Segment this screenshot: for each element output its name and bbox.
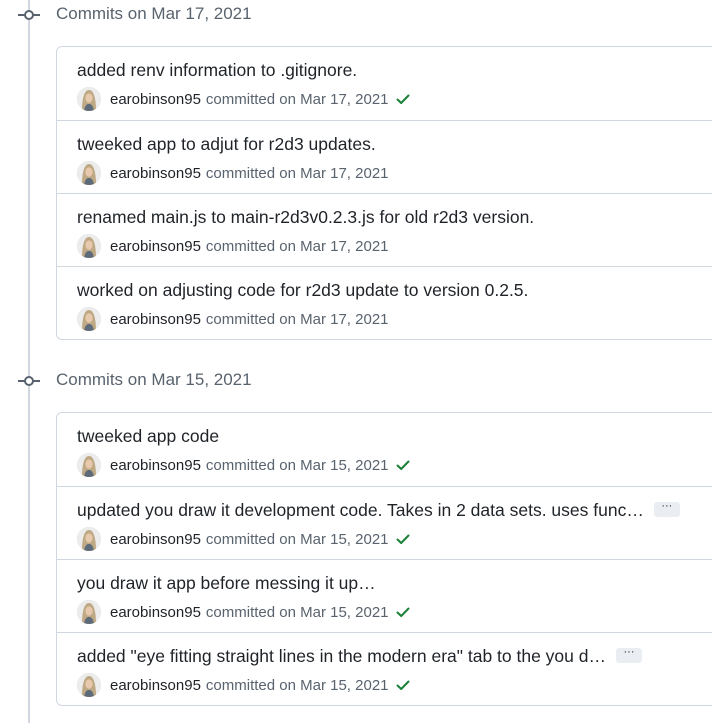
commit-message-link[interactable]: renamed main.js to main-r2d3v0.2.3.js fo…: [77, 207, 534, 228]
commit-date: committed on Mar 15, 2021: [205, 530, 389, 548]
avatar[interactable]: [77, 527, 101, 551]
commit-date: committed on Mar 15, 2021: [205, 456, 389, 474]
commit-date: committed on Mar 17, 2021: [205, 310, 389, 328]
commit-row: worked on adjusting code for r2d3 update…: [57, 266, 712, 339]
avatar[interactable]: [77, 161, 101, 185]
commit-message-text: added "eye fitting straight lines in the…: [77, 646, 606, 666]
git-commit-icon: [18, 376, 40, 386]
commit-author-link[interactable]: earobinson95: [110, 91, 201, 108]
avatar[interactable]: [77, 87, 101, 111]
commit-author-link[interactable]: earobinson95: [110, 238, 201, 255]
commit-message-link[interactable]: you draw it app before messing it up…: [77, 573, 376, 594]
commit-group-title: Commits on Mar 17, 2021: [56, 4, 252, 23]
check-icon[interactable]: [395, 604, 411, 620]
avatar[interactable]: [77, 600, 101, 624]
commit-list: tweeked app code earobinson95 committed …: [56, 412, 712, 706]
avatar[interactable]: [77, 234, 101, 258]
commit-date: committed on Mar 17, 2021: [205, 237, 389, 255]
commit-list: added renv information to .gitignore. ea…: [56, 46, 712, 340]
commit-author-link[interactable]: earobinson95: [110, 457, 201, 474]
avatar[interactable]: [77, 307, 101, 331]
commit-meta: earobinson95 committed on Mar 17, 2021: [77, 307, 389, 331]
commit-meta: earobinson95 committed on Mar 15, 2021: [77, 600, 411, 624]
commit-date: committed on Mar 17, 2021: [205, 164, 389, 182]
git-commit-icon: [18, 10, 40, 20]
commit-message-link[interactable]: added "eye fitting straight lines in the…: [77, 646, 642, 667]
timeline-line: [28, 0, 30, 723]
commit-author-link[interactable]: earobinson95: [110, 311, 201, 328]
commit-date: committed on Mar 15, 2021: [205, 603, 389, 621]
commit-message-link[interactable]: tweeked app to adjut for r2d3 updates.: [77, 134, 376, 155]
commit-row: added "eye fitting straight lines in the…: [57, 632, 712, 705]
commit-date: committed on Mar 15, 2021: [205, 676, 389, 694]
commit-message-link[interactable]: added renv information to .gitignore.: [77, 60, 357, 81]
commit-row: added renv information to .gitignore. ea…: [57, 47, 712, 120]
ellipsis-icon[interactable]: ···: [616, 646, 642, 663]
commit-message-text: updated you draw it development code. Ta…: [77, 500, 644, 520]
commit-date: committed on Mar 17, 2021: [205, 90, 389, 108]
check-icon[interactable]: [395, 457, 411, 473]
ellipsis-icon[interactable]: ···: [653, 500, 680, 517]
commit-meta: earobinson95 committed on Mar 15, 2021: [77, 527, 411, 551]
commit-message-link[interactable]: worked on adjusting code for r2d3 update…: [77, 280, 528, 301]
commit-author-link[interactable]: earobinson95: [110, 531, 201, 548]
check-icon[interactable]: [395, 91, 411, 107]
check-icon[interactable]: [395, 677, 411, 693]
commit-meta: earobinson95 committed on Mar 17, 2021: [77, 87, 411, 111]
commit-message-link[interactable]: tweeked app code: [77, 426, 219, 447]
commit-meta: earobinson95 committed on Mar 15, 2021: [77, 673, 411, 697]
commit-meta: earobinson95 committed on Mar 17, 2021: [77, 234, 389, 258]
commit-row: tweeked app to adjut for r2d3 updates. e…: [57, 120, 712, 193]
commit-group-title: Commits on Mar 15, 2021: [56, 370, 252, 389]
commit-meta: earobinson95 committed on Mar 15, 2021: [77, 453, 411, 477]
commit-author-link[interactable]: earobinson95: [110, 165, 201, 182]
commit-message-link[interactable]: updated you draw it development code. Ta…: [77, 500, 680, 521]
commit-meta: earobinson95 committed on Mar 17, 2021: [77, 161, 389, 185]
commit-author-link[interactable]: earobinson95: [110, 604, 201, 621]
check-icon[interactable]: [395, 531, 411, 547]
commit-row: tweeked app code earobinson95 committed …: [57, 413, 712, 486]
commit-row: you draw it app before messing it up… ea…: [57, 559, 712, 632]
commit-row: renamed main.js to main-r2d3v0.2.3.js fo…: [57, 193, 712, 266]
commit-row: updated you draw it development code. Ta…: [57, 486, 712, 559]
avatar[interactable]: [77, 453, 101, 477]
avatar[interactable]: [77, 673, 101, 697]
commit-author-link[interactable]: earobinson95: [110, 677, 201, 694]
